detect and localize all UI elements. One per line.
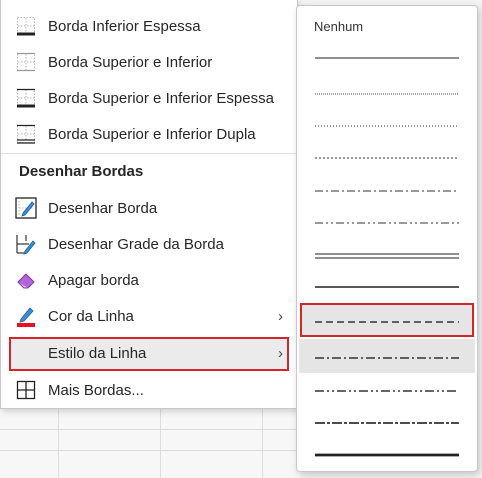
thick-bottom-border-icon bbox=[15, 15, 37, 37]
menu-item-label: Borda Inferior Espessa bbox=[48, 17, 201, 35]
line-style-option-medium-dash-dot-dot[interactable] bbox=[299, 372, 475, 406]
line-style-option-double[interactable] bbox=[299, 236, 475, 270]
line-style-submenu: Nenhum bbox=[296, 5, 478, 472]
menu-item-label: Apagar borda bbox=[48, 271, 139, 289]
line-style-option-dash-dot-dot[interactable] bbox=[299, 139, 475, 173]
menu-item-label: Estilo da Linha bbox=[48, 344, 147, 362]
chevron-right-icon: › bbox=[278, 344, 283, 362]
menu-item-erase-border[interactable]: Apagar borda bbox=[1, 262, 297, 298]
top-bottom-border-icon bbox=[15, 51, 37, 73]
menu-item-label: Cor da Linha bbox=[48, 307, 134, 325]
section-title: Desenhar Bordas bbox=[19, 163, 144, 180]
menu-item-label: Borda Superior e Inferior bbox=[48, 53, 213, 71]
menu-divider bbox=[1, 153, 297, 154]
top-double-bottom-border-icon bbox=[15, 123, 37, 145]
chevron-right-icon: › bbox=[278, 307, 283, 325]
menu-item-label: Desenhar Borda bbox=[48, 199, 158, 217]
menu-item-draw-border[interactable]: Desenhar Borda bbox=[1, 190, 297, 226]
menu-item-more-borders[interactable]: Mais Bordas... bbox=[1, 372, 297, 408]
line-style-option-slant-dash-dot[interactable] bbox=[299, 404, 475, 438]
draw-border-grid-icon bbox=[15, 233, 37, 255]
menu-item-draw-border-grid[interactable]: Desenhar Grade da Borda bbox=[1, 226, 297, 262]
menu-item-label: Mais Bordas... bbox=[48, 381, 144, 399]
line-style-option-medium-dashed[interactable] bbox=[299, 303, 475, 337]
line-style-option-dash-dot[interactable] bbox=[299, 172, 475, 206]
eraser-icon bbox=[15, 269, 37, 291]
line-style-option-medium-dash-dot-selected[interactable] bbox=[299, 339, 475, 373]
more-borders-icon bbox=[15, 379, 37, 401]
line-style-option-medium[interactable] bbox=[299, 268, 475, 302]
spreadsheet-background bbox=[0, 408, 300, 478]
line-style-option-thin[interactable] bbox=[299, 39, 475, 73]
menu-item-top-double-bottom-border[interactable]: Borda Superior e Inferior Dupla bbox=[1, 116, 297, 152]
draw-border-icon bbox=[15, 197, 37, 219]
menu-item-thick-bottom-border[interactable]: Borda Inferior Espessa bbox=[1, 8, 297, 44]
menu-item-label: Borda Superior e Inferior Espessa bbox=[48, 89, 274, 107]
line-style-option-medium-dash-dot[interactable] bbox=[299, 204, 475, 238]
line-style-none[interactable]: Nenhum bbox=[314, 19, 363, 34]
menu-item-label: Borda Superior e Inferior Dupla bbox=[48, 125, 256, 143]
top-thick-bottom-border-icon bbox=[15, 87, 37, 109]
line-style-option-hair[interactable] bbox=[299, 75, 475, 109]
borders-menu: Borda Inferior Espessa Borda Superior e … bbox=[0, 0, 298, 409]
menu-item-line-color[interactable]: Cor da Linha › bbox=[1, 298, 297, 334]
menu-item-label: Desenhar Grade da Borda bbox=[48, 235, 224, 253]
menu-item-line-style[interactable]: Estilo da Linha › bbox=[1, 335, 297, 371]
line-style-option-dotted[interactable] bbox=[299, 107, 475, 141]
line-color-icon bbox=[15, 305, 37, 327]
menu-item-top-bottom-border[interactable]: Borda Superior e Inferior bbox=[1, 44, 297, 80]
menu-item-top-thick-bottom-border[interactable]: Borda Superior e Inferior Espessa bbox=[1, 80, 297, 116]
line-style-option-thick[interactable] bbox=[299, 436, 475, 470]
